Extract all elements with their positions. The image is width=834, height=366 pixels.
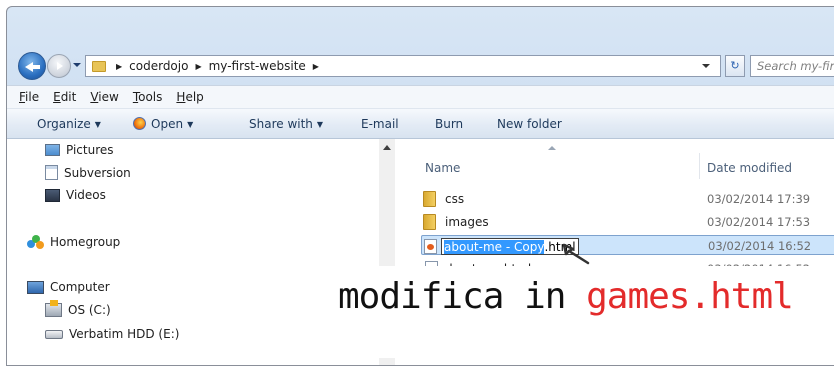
menu-help[interactable]: Help (176, 90, 203, 104)
breadcrumb-my-first-website[interactable]: my-first-website (209, 59, 306, 73)
rename-input[interactable]: about-me - Copy .html (441, 238, 579, 255)
organize-button[interactable]: Organize ▼ (37, 117, 101, 131)
nav-item-pictures[interactable]: Pictures (45, 143, 114, 157)
recent-pages-dropdown-icon[interactable] (73, 63, 81, 67)
file-date: 03/02/2014 16:52 (708, 239, 812, 253)
menu-file[interactable]: File (19, 90, 39, 104)
file-row-selected[interactable]: about-me - Copy .html 03/02/2014 16:52 (421, 235, 834, 255)
nav-item-verbatim-drive[interactable]: Verbatim HDD (E:) (45, 327, 179, 341)
nav-item-label: Pictures (66, 143, 114, 157)
menu-help-label: elp (185, 90, 204, 104)
refresh-button[interactable]: ↻ (725, 55, 745, 77)
address-bar[interactable]: ▶ coderdojo ▶ my-first-website ▶ (85, 55, 721, 77)
column-header-date-modified[interactable]: Date modified (707, 161, 792, 175)
chevron-down-icon: ▼ (94, 120, 101, 129)
menu-view-label: iew (98, 90, 119, 104)
menu-edit[interactable]: Edit (53, 90, 76, 104)
file-date: 03/02/2014 17:39 (707, 192, 811, 206)
nav-item-os-drive[interactable]: OS (C:) (45, 300, 111, 317)
navigation-bar: ▶ coderdojo ▶ my-first-website ▶ ↻ Searc… (7, 47, 834, 83)
nav-item-subversion[interactable]: Subversion (45, 165, 131, 180)
file-name: images (445, 215, 489, 229)
nav-item-label: Verbatim HDD (E:) (69, 327, 180, 341)
hard-drive-icon (45, 329, 63, 339)
file-name: css (445, 192, 465, 206)
menu-edit-accel: E (53, 90, 61, 104)
column-divider[interactable] (699, 153, 700, 179)
document-library-icon (45, 165, 58, 180)
chevron-down-icon: ▼ (316, 120, 324, 129)
menu-tools-label: ools (138, 90, 163, 104)
chevron-down-icon: ▼ (187, 120, 194, 129)
menu-edit-label: dit (60, 90, 77, 104)
sort-ascending-icon (548, 146, 556, 150)
burn-button[interactable]: Burn (435, 117, 463, 131)
command-bar: Organize ▼ Open ▼ Share with ▼ E-mail Burn … (7, 109, 834, 139)
chevron-right-icon[interactable]: ▶ (116, 62, 122, 71)
caption-text: modifica in (338, 276, 587, 317)
computer-icon (27, 280, 44, 294)
annotation-arrow-icon (562, 243, 590, 265)
nav-item-label: Videos (66, 188, 106, 202)
organize-label: Organize (37, 117, 91, 131)
scroll-up-arrow-icon[interactable] (383, 145, 391, 150)
nav-item-homegroup[interactable]: Homegroup (27, 235, 120, 249)
folder-icon (423, 191, 436, 207)
windows-drive-icon (45, 300, 62, 317)
nav-item-label: Homegroup (50, 235, 121, 249)
breadcrumb-coderdojo[interactable]: coderdojo (129, 59, 188, 73)
caption-highlight: games.html (586, 276, 794, 317)
menu-tools[interactable]: Tools (133, 90, 163, 104)
nav-item-videos[interactable]: Videos (45, 188, 106, 202)
nav-item-label: Subversion (64, 165, 131, 180)
open-button[interactable]: Open ▼ (133, 117, 193, 131)
videos-icon (45, 188, 60, 202)
html-file-icon (424, 239, 437, 254)
homegroup-icon (27, 235, 44, 249)
column-header-name[interactable]: Name (425, 161, 460, 175)
nav-item-computer[interactable]: Computer (27, 280, 110, 294)
new-folder-button[interactable]: New folder (497, 117, 562, 131)
instruction-caption: modifica in games.html (338, 276, 794, 317)
menu-file-label: ile (25, 90, 40, 104)
file-date: 03/02/2014 17:53 (707, 215, 811, 229)
rename-selected-text: about-me - Copy (444, 239, 545, 254)
file-row[interactable]: images 03/02/2014 17:53 (423, 212, 834, 232)
address-dropdown-icon[interactable] (702, 64, 710, 68)
forward-button[interactable] (47, 54, 71, 78)
chevron-right-icon[interactable]: ▶ (195, 62, 201, 71)
file-row[interactable]: css 03/02/2014 17:39 (423, 189, 834, 209)
menu-bar: File Edit View Tools Help (7, 85, 834, 109)
chevron-right-icon[interactable]: ▶ (313, 62, 319, 71)
nav-item-label: Computer (50, 280, 110, 294)
search-input[interactable]: Search my-first-w (750, 55, 834, 77)
open-label: Open (151, 117, 184, 131)
menu-view[interactable]: View (90, 90, 118, 104)
email-button[interactable]: E-mail (361, 117, 399, 131)
folder-icon (92, 60, 106, 72)
firefox-icon (133, 117, 146, 130)
nav-item-label: OS (C:) (68, 303, 111, 317)
pictures-icon (45, 144, 60, 156)
share-with-label: Share with (249, 117, 313, 131)
folder-icon (423, 214, 436, 230)
back-button[interactable] (18, 52, 46, 80)
share-with-button[interactable]: Share with ▼ (249, 117, 323, 131)
